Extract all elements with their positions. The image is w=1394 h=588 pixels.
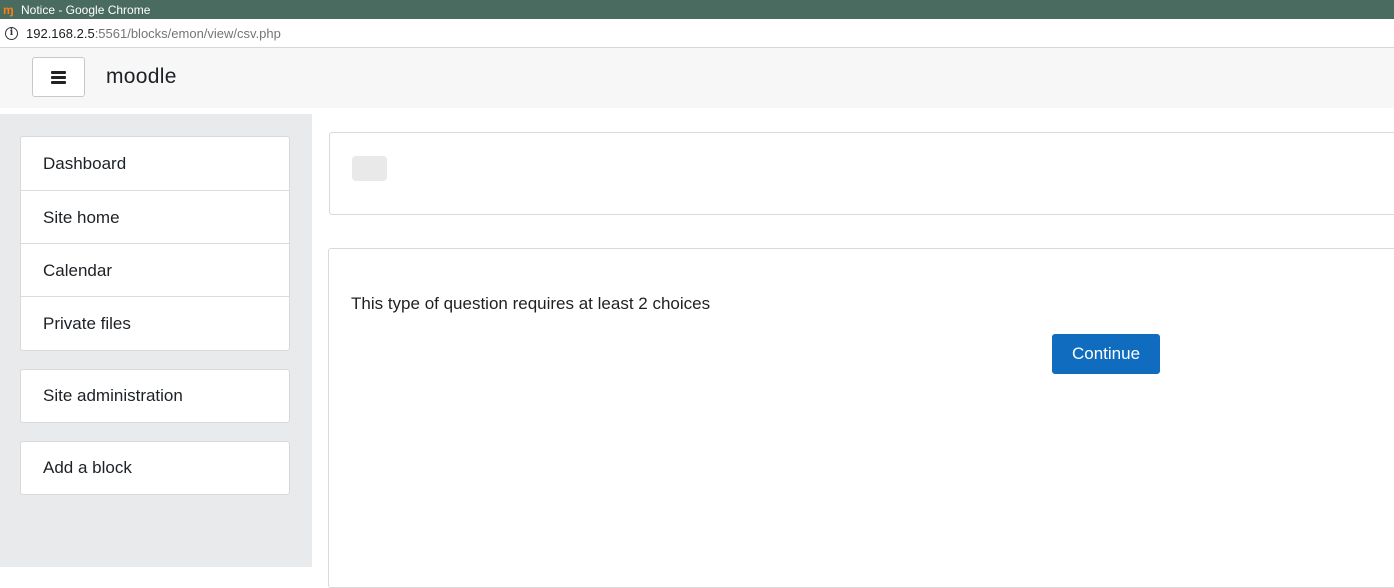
top-navbar: moodle (0, 48, 1394, 108)
moodle-favicon-icon: ɱ (3, 2, 14, 17)
url-path[interactable]: :5561/blocks/emon/view/csv.php (95, 26, 281, 41)
block-nav-group: Add a block (20, 441, 290, 495)
info-icon[interactable]: i (5, 26, 18, 40)
nav-drawer: Dashboard Site home Calendar Private fil… (0, 114, 312, 567)
site-brand[interactable]: moodle (106, 65, 177, 89)
sidebar-item-add-block[interactable]: Add a block (21, 442, 289, 494)
continue-button[interactable]: Continue (1052, 334, 1160, 374)
address-bar[interactable]: i 192.168.2.5 :5561/blocks/emon/view/csv… (0, 19, 1394, 48)
sidebar-item-site-administration[interactable]: Site administration (21, 370, 289, 422)
notice-card: This type of question requires at least … (328, 248, 1394, 588)
browser-title-bar: ɱ Notice - Google Chrome (0, 0, 1394, 19)
page-header-card (329, 132, 1394, 215)
sidebar-item-calendar[interactable]: Calendar (21, 244, 289, 297)
sidebar-item-site-home[interactable]: Site home (21, 191, 289, 244)
admin-nav-group: Site administration (20, 369, 290, 423)
drawer-toggle-button[interactable] (32, 57, 85, 97)
sidebar-item-private-files[interactable]: Private files (21, 297, 289, 350)
header-placeholder (352, 156, 387, 181)
notice-message: This type of question requires at least … (351, 294, 711, 313)
primary-nav-group: Dashboard Site home Calendar Private fil… (20, 136, 290, 351)
hamburger-icon (51, 71, 66, 84)
sidebar-item-dashboard[interactable]: Dashboard (21, 137, 289, 191)
url-host[interactable]: 192.168.2.5 (26, 26, 95, 41)
window-title: Notice - Google Chrome (21, 2, 151, 17)
